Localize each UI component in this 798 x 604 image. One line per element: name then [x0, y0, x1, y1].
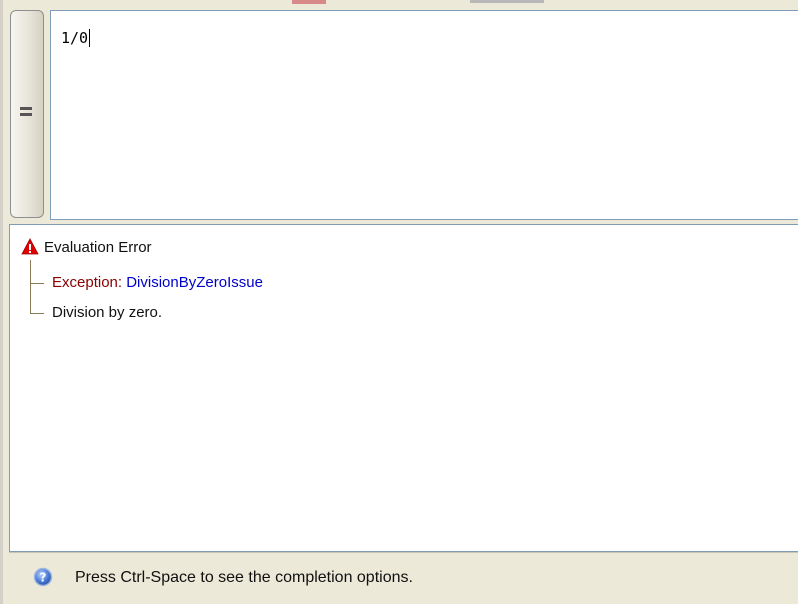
tree-connector: [30, 260, 31, 314]
equals-icon: [20, 107, 34, 117]
result-tree-root[interactable]: Evaluation Error: [21, 237, 152, 257]
tree-connector: [30, 283, 44, 284]
top-window-edge-mark: [292, 0, 326, 4]
exception-type: DivisionByZeroIssue: [126, 274, 263, 291]
left-edge: [0, 0, 3, 604]
evaluate-button[interactable]: [10, 10, 44, 218]
help-icon: ?: [33, 567, 53, 587]
result-panel: Evaluation Error Exception: DivisionByZe…: [9, 224, 798, 552]
warning-icon: [21, 238, 39, 255]
code-content: 1/0: [61, 29, 89, 47]
top-strip: [0, 0, 798, 8]
exception-label: Exception:: [52, 274, 123, 291]
text-caret: [89, 29, 91, 47]
result-root-label: Evaluation Error: [44, 238, 152, 256]
top-window-edge-mark: [470, 0, 544, 3]
code-editor[interactable]: 1/0: [50, 10, 798, 220]
status-bar: ? Press Ctrl-Space to see the completion…: [9, 552, 798, 604]
exception-node[interactable]: Exception: DivisionByZeroIssue: [52, 273, 263, 293]
code-text: 1/0: [61, 29, 91, 47]
status-text: Press Ctrl-Space to see the completion o…: [75, 569, 413, 586]
tree-connector: [30, 313, 44, 314]
evaluator-window: 1/0 Evaluation Error Exception: Division…: [0, 0, 798, 604]
svg-text:?: ?: [40, 571, 47, 585]
error-message-node[interactable]: Division by zero.: [52, 303, 162, 323]
error-message: Division by zero.: [52, 304, 163, 321]
